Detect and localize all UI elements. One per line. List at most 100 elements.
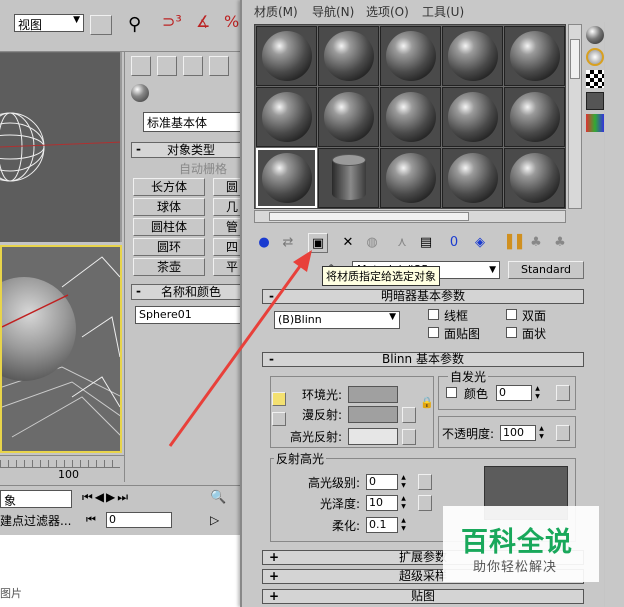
two-sided-checkbox[interactable] xyxy=(506,309,517,320)
box-button[interactable]: 长方体 xyxy=(133,178,205,196)
name-color-rollout-header[interactable]: - 名称和颜色 xyxy=(131,284,250,300)
copy-material-icon[interactable]: ◍ xyxy=(362,233,382,253)
soften-field[interactable]: 0.1 xyxy=(366,517,398,533)
shader-type-select[interactable]: (B)Blinn ▼ xyxy=(274,311,400,329)
zoom-icon[interactable]: 🔍 xyxy=(210,490,226,505)
get-material-icon[interactable]: ● xyxy=(254,233,274,253)
opacity-map-button[interactable] xyxy=(556,425,570,441)
create-tab-icon[interactable] xyxy=(131,56,151,76)
face-map-checkbox[interactable] xyxy=(428,327,439,338)
sample-slot[interactable] xyxy=(380,26,441,86)
self-illum-map-button[interactable] xyxy=(556,385,570,401)
sample-slot[interactable] xyxy=(504,26,565,86)
lock-icon[interactable]: 🔒 xyxy=(420,396,434,409)
faceted-checkbox[interactable] xyxy=(506,327,517,338)
scroll-thumb[interactable] xyxy=(570,39,580,79)
backlight-icon[interactable] xyxy=(586,48,604,66)
sample-slot-active[interactable] xyxy=(256,148,317,208)
sample-slot[interactable] xyxy=(380,148,441,208)
material-type-button[interactable]: Standard xyxy=(508,261,584,279)
cameras-icon[interactable] xyxy=(197,84,215,102)
glossiness-spinner[interactable]: ▲ ▼ xyxy=(399,495,408,511)
sample-slot[interactable] xyxy=(318,148,379,208)
opacity-spinner[interactable]: ▲ ▼ xyxy=(537,425,546,441)
vertex-filter-label[interactable]: 建点过滤器... xyxy=(0,512,71,529)
sample-slot[interactable] xyxy=(504,87,565,147)
pan-icon[interactable]: ▷ xyxy=(210,513,219,527)
put-to-scene-icon[interactable]: ⇄ xyxy=(278,233,298,253)
menu-options[interactable]: 选项(O) xyxy=(366,3,409,20)
sample-slot[interactable] xyxy=(442,87,503,147)
motion-tab-icon[interactable] xyxy=(209,56,229,76)
lock-diffuse-specular-icon[interactable] xyxy=(272,412,286,426)
object-name-field[interactable]: Sphere01 xyxy=(135,306,250,324)
current-frame-field[interactable]: 0 xyxy=(106,512,172,528)
menu-utilities[interactable]: 工具(U) xyxy=(422,3,464,20)
wire-checkbox[interactable] xyxy=(428,309,439,320)
show-map-in-viewport-icon[interactable]: ◈ xyxy=(470,233,490,253)
hierarchy-tab-icon[interactable] xyxy=(183,56,203,76)
reference-coordinate-select[interactable]: 视图 ▼ xyxy=(14,14,84,32)
sample-slot[interactable] xyxy=(318,26,379,86)
blinn-basic-params-header[interactable]: - Blinn 基本参数 xyxy=(262,352,584,367)
video-color-check-icon[interactable] xyxy=(586,114,604,132)
self-illum-value-field[interactable]: 0 xyxy=(496,385,532,401)
geometry-icon[interactable] xyxy=(131,84,149,102)
go-forward-sibling-icon[interactable]: ♣ xyxy=(550,233,570,253)
put-to-library-icon[interactable]: ▤ xyxy=(416,233,436,253)
specular-color-swatch[interactable] xyxy=(348,428,398,445)
ambient-color-swatch[interactable] xyxy=(348,386,398,403)
timeline[interactable]: 100 xyxy=(0,455,124,485)
sample-slot[interactable] xyxy=(256,87,317,147)
sample-slot[interactable] xyxy=(442,26,503,86)
options-icon[interactable] xyxy=(586,158,604,176)
sample-slot[interactable] xyxy=(380,87,441,147)
primitive-type-select[interactable]: 标准基本体 xyxy=(143,112,250,132)
diffuse-map-button[interactable] xyxy=(402,407,416,423)
select-link-icon[interactable]: ⚲ xyxy=(128,14,141,35)
sample-slot[interactable] xyxy=(442,148,503,208)
teapot-button[interactable]: 茶壶 xyxy=(133,258,205,276)
specular-level-field[interactable]: 0 xyxy=(366,474,398,490)
soften-spinner[interactable]: ▲ ▼ xyxy=(399,517,408,533)
opacity-value-field[interactable]: 100 xyxy=(500,425,536,441)
maps-header[interactable]: + 贴图 xyxy=(262,589,584,604)
glossiness-field[interactable]: 10 xyxy=(366,495,398,511)
selection-filter-select[interactable]: 象 xyxy=(0,490,72,508)
sample-uv-tiling-icon[interactable] xyxy=(586,92,604,110)
specular-map-button[interactable] xyxy=(402,429,416,445)
self-illum-spinner[interactable]: ▲ ▼ xyxy=(533,385,542,401)
assign-material-to-selection-icon[interactable]: ▣ xyxy=(308,233,328,253)
background-checker-icon[interactable] xyxy=(586,70,604,88)
viewport-perspective[interactable] xyxy=(0,245,122,453)
sample-slot[interactable] xyxy=(256,26,317,86)
go-to-parent-icon[interactable]: ♣ xyxy=(526,233,546,253)
playback-controls[interactable]: ⏮◀▶⏭ xyxy=(82,490,130,505)
make-preview-icon[interactable] xyxy=(586,136,604,154)
angle-snap-icon[interactable]: ∡ xyxy=(196,12,210,31)
lock-ambient-diffuse-icon[interactable] xyxy=(272,392,286,406)
make-unique-icon[interactable]: ⋏ xyxy=(392,233,412,253)
slots-vertical-scrollbar[interactable] xyxy=(568,24,582,209)
reset-map-icon[interactable]: ✕ xyxy=(338,233,358,253)
specular-level-spinner[interactable]: ▲ ▼ xyxy=(399,474,408,490)
shader-basic-params-header[interactable]: - 明暗器基本参数 xyxy=(262,289,584,304)
lights-icon[interactable] xyxy=(175,84,193,102)
sample-slot[interactable] xyxy=(504,148,565,208)
slots-horizontal-scrollbar[interactable] xyxy=(254,210,566,223)
shapes-icon[interactable] xyxy=(153,84,171,102)
sphere-button[interactable]: 球体 xyxy=(133,198,205,216)
material-navigator-icon[interactable] xyxy=(586,202,604,220)
pivot-icon[interactable] xyxy=(90,15,112,35)
specular-level-map-button[interactable] xyxy=(418,474,432,490)
glossiness-map-button[interactable] xyxy=(418,495,432,511)
percent-snap-icon[interactable]: % xyxy=(224,12,239,31)
snap-3d-icon[interactable]: ⊃³ xyxy=(162,12,182,31)
diffuse-color-swatch[interactable] xyxy=(348,406,398,423)
material-id-channel-icon[interactable]: 0 xyxy=(444,233,464,253)
viewport-top[interactable] xyxy=(0,52,122,242)
sample-slot[interactable] xyxy=(318,87,379,147)
self-illum-color-checkbox[interactable] xyxy=(446,387,457,398)
cylinder-button[interactable]: 圆柱体 xyxy=(133,218,205,236)
show-end-result-icon[interactable]: ▐▐ xyxy=(502,233,522,253)
